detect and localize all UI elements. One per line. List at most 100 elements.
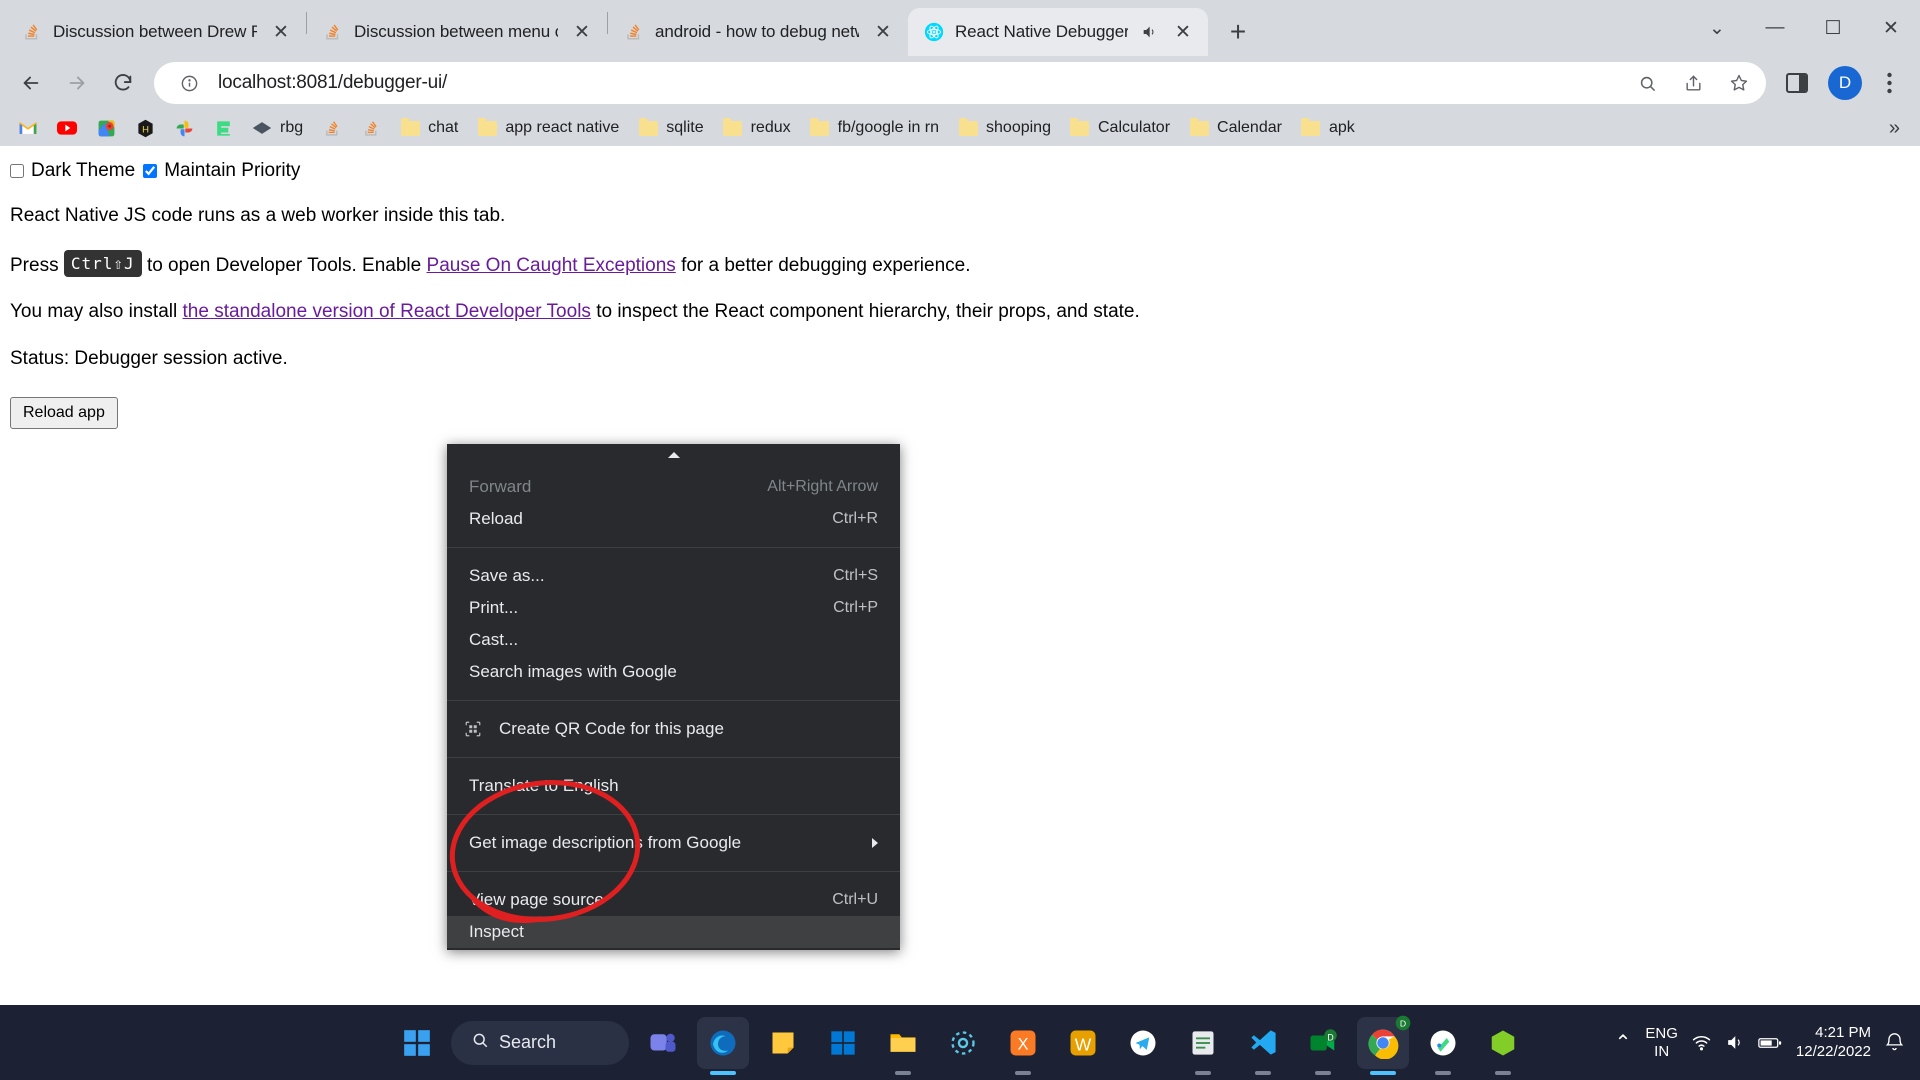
bookmark-item[interactable] bbox=[88, 114, 124, 142]
menu-item-reload[interactable]: Reload Ctrl+R bbox=[447, 503, 900, 535]
forward-arrow-icon[interactable] bbox=[56, 62, 98, 104]
taskbar-search-box[interactable]: Search bbox=[451, 1020, 629, 1065]
meet-icon[interactable]: D bbox=[1297, 1017, 1349, 1075]
minimize-button[interactable]: — bbox=[1746, 8, 1804, 48]
tab-title: React Native Debugger bbox=[955, 22, 1128, 41]
browser-tab[interactable]: android - how to debug netwo ✕ bbox=[608, 8, 908, 56]
tab-audio-icon[interactable] bbox=[1139, 24, 1159, 40]
file-explorer-icon[interactable] bbox=[877, 1017, 929, 1075]
menu-item-label: View page source bbox=[469, 890, 604, 909]
dark-theme-checkbox[interactable] bbox=[10, 164, 24, 178]
microsoft-store-icon[interactable] bbox=[817, 1017, 869, 1069]
profile-avatar[interactable]: D bbox=[1822, 62, 1864, 104]
context-menu-group: View page source Ctrl+U Inspect bbox=[447, 879, 900, 948]
vscode-icon[interactable] bbox=[1237, 1017, 1289, 1075]
notepad-icon[interactable] bbox=[1177, 1017, 1229, 1075]
menu-separator bbox=[447, 814, 900, 815]
side-panel-icon[interactable] bbox=[1776, 62, 1818, 104]
bookmark-item[interactable] bbox=[205, 114, 241, 142]
menu-item-search-images-with-google[interactable]: Search images with Google bbox=[447, 656, 900, 688]
clock-date: 12/22/2022 bbox=[1795, 1042, 1871, 1060]
volume-icon[interactable] bbox=[1725, 1033, 1744, 1052]
tab-close-button[interactable]: ✕ bbox=[268, 19, 294, 45]
menu-item-get-image-descriptions[interactable]: Get image descriptions from Google bbox=[447, 827, 900, 859]
browser-tab-active[interactable]: React Native Debugger ✕ bbox=[908, 8, 1208, 56]
menu-item-view-page-source[interactable]: View page source Ctrl+U bbox=[447, 884, 900, 916]
bookmark-item[interactable] bbox=[49, 114, 85, 142]
bookmark-folder[interactable]: Calculator bbox=[1062, 114, 1178, 142]
tab-search-chevron-icon[interactable]: ⌄ bbox=[1688, 8, 1746, 48]
maintain-priority-checkbox[interactable] bbox=[143, 164, 158, 178]
menu-item-translate-to-english[interactable]: Translate to English bbox=[447, 770, 900, 802]
menu-item-print[interactable]: Print... Ctrl+P bbox=[447, 592, 900, 624]
bookmark-folder[interactable]: Calendar bbox=[1181, 114, 1290, 142]
bookmark-item[interactable] bbox=[353, 114, 389, 142]
chrome-icon[interactable]: D bbox=[1357, 1015, 1411, 1075]
new-tab-button[interactable]: + bbox=[1218, 12, 1258, 52]
context-menu-scroll-up[interactable] bbox=[447, 444, 900, 466]
pause-on-caught-exceptions-link[interactable]: Pause On Caught Exceptions bbox=[427, 255, 676, 276]
windows-start-button[interactable] bbox=[391, 1017, 443, 1069]
gmail-icon bbox=[18, 118, 38, 138]
menu-item-label: Create QR Code for this page bbox=[499, 719, 724, 738]
bookmark-folder[interactable]: shooping bbox=[950, 114, 1059, 142]
maximize-button[interactable]: ☐ bbox=[1804, 8, 1862, 48]
whatsapp-w-icon[interactable]: W bbox=[1057, 1017, 1109, 1069]
menu-item-cast[interactable]: Cast... bbox=[447, 624, 900, 656]
wifi-icon[interactable] bbox=[1692, 1033, 1711, 1052]
reload-icon[interactable] bbox=[102, 62, 144, 104]
avatar[interactable]: D bbox=[1828, 66, 1862, 100]
bookmark-item[interactable]: H bbox=[127, 114, 163, 142]
menu-item-save-as[interactable]: Save as... Ctrl+S bbox=[447, 560, 900, 592]
language-indicator[interactable]: ENG IN bbox=[1645, 1025, 1678, 1060]
three-dot-menu-icon[interactable] bbox=[1868, 62, 1910, 104]
notification-icon[interactable] bbox=[1885, 1033, 1904, 1052]
menu-item-create-qr-code[interactable]: Create QR Code for this page bbox=[447, 713, 900, 745]
tab-close-button[interactable]: ✕ bbox=[1170, 19, 1196, 45]
menu-item-forward[interactable]: Forward Alt+Right Arrow bbox=[447, 471, 900, 503]
taskbar-clock[interactable]: 4:21 PM 12/22/2022 bbox=[1796, 1024, 1871, 1062]
address-bar[interactable]: localhost:8081/debugger-ui/ bbox=[154, 62, 1766, 104]
close-window-button[interactable]: ✕ bbox=[1862, 8, 1920, 48]
star-icon[interactable] bbox=[1722, 66, 1756, 100]
bookmark-item[interactable] bbox=[10, 114, 46, 142]
dark-theme-label: Dark Theme bbox=[31, 160, 136, 181]
telegram-icon[interactable] bbox=[1117, 1017, 1169, 1069]
url-text[interactable]: localhost:8081/debugger-ui/ bbox=[218, 72, 1618, 94]
battery-icon[interactable] bbox=[1758, 1035, 1782, 1051]
back-arrow-icon[interactable] bbox=[10, 62, 52, 104]
standalone-react-devtools-link[interactable]: the standalone version of React Develope… bbox=[183, 301, 591, 322]
browser-tab[interactable]: Discussion between menu cd a ✕ bbox=[307, 8, 607, 56]
info-icon[interactable] bbox=[172, 66, 206, 100]
bookmark-item[interactable]: rbg bbox=[244, 114, 311, 142]
share-icon[interactable] bbox=[1676, 66, 1710, 100]
dark-theme-option[interactable]: Dark Theme bbox=[10, 160, 135, 182]
android-studio-icon[interactable] bbox=[1417, 1017, 1469, 1075]
bookmark-folder[interactable]: chat bbox=[392, 114, 466, 142]
node-icon[interactable] bbox=[1477, 1017, 1529, 1075]
tab-close-button[interactable]: ✕ bbox=[569, 19, 595, 45]
install-label: You may also install bbox=[10, 301, 178, 323]
tray-chevron-up-icon[interactable]: ⌃ bbox=[1615, 1030, 1632, 1055]
bookmark-item[interactable] bbox=[166, 114, 202, 142]
bookmark-folder[interactable]: apk bbox=[1293, 114, 1363, 142]
maintain-priority-option[interactable]: Maintain Priority bbox=[143, 160, 300, 182]
settings-icon[interactable] bbox=[937, 1017, 989, 1069]
bookmark-label: fb/google in rn bbox=[837, 119, 940, 136]
xampp-icon[interactable]: X bbox=[997, 1017, 1049, 1075]
folder-icon bbox=[1070, 117, 1090, 138]
bookmarks-overflow-button[interactable]: » bbox=[1879, 117, 1910, 140]
bookmark-folder[interactable]: redux bbox=[715, 114, 799, 142]
bookmark-folder[interactable]: sqlite bbox=[630, 114, 711, 142]
browser-tab[interactable]: Discussion between Drew Reese ✕ bbox=[6, 8, 306, 56]
bookmark-item[interactable] bbox=[314, 114, 350, 142]
tab-close-button[interactable]: ✕ bbox=[870, 19, 896, 45]
reload-app-button[interactable]: Reload app bbox=[10, 396, 118, 429]
search-icon[interactable] bbox=[1630, 66, 1664, 100]
bookmark-folder[interactable]: fb/google in rn bbox=[802, 114, 947, 142]
teams-icon[interactable] bbox=[637, 1017, 689, 1069]
sticky-notes-icon[interactable] bbox=[757, 1017, 809, 1069]
bookmark-folder[interactable]: app react native bbox=[469, 114, 627, 142]
menu-item-inspect[interactable]: Inspect bbox=[447, 916, 900, 948]
edge-icon[interactable] bbox=[697, 1016, 749, 1075]
